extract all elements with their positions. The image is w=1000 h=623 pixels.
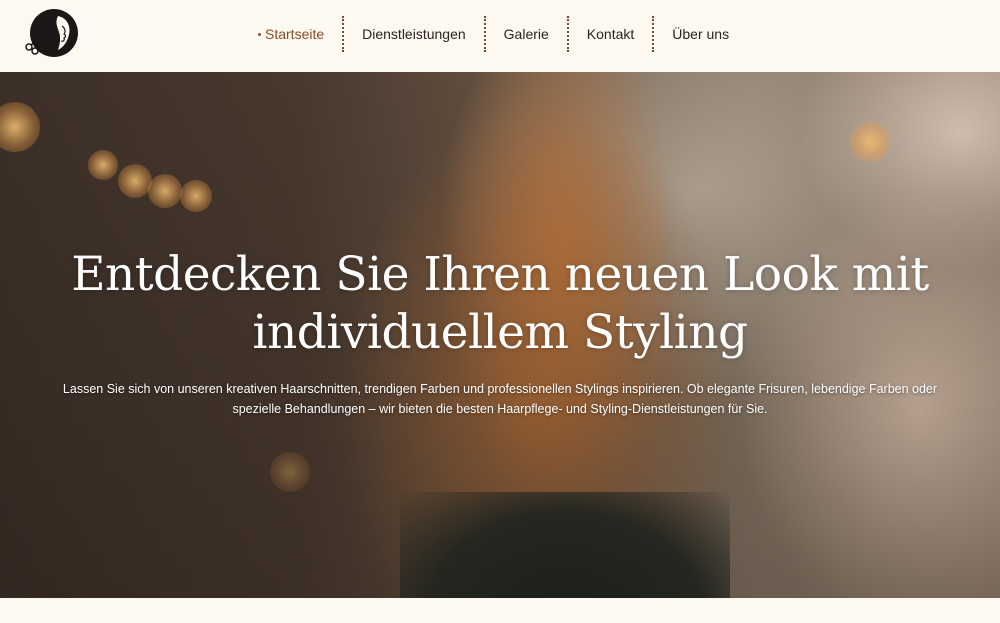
nav-item-startseite[interactable]: Startseite <box>258 16 342 52</box>
nav-item-kontakt[interactable]: Kontakt <box>569 16 652 52</box>
nav-item-dienstleistungen[interactable]: Dienstleistungen <box>344 16 484 52</box>
salon-logo-icon[interactable] <box>22 6 78 60</box>
nav-item-galerie[interactable]: Galerie <box>486 16 567 52</box>
active-bullet <box>258 32 261 36</box>
main-nav: Startseite Dienstleistungen Galerie Kont… <box>258 16 747 52</box>
nav-item-label: Startseite <box>265 26 325 42</box>
nav-item-ueber-uns[interactable]: Über uns <box>654 16 747 52</box>
next-section-strip <box>0 598 1000 623</box>
nav-item-label: Kontakt <box>586 26 635 42</box>
hero-description-line: Lassen Sie sich von unseren kreativen Ha… <box>62 382 938 396</box>
hero-title: Entdecken Sie Ihren neuen Look mit indiv… <box>60 246 940 362</box>
hero-section: Entdecken Sie Ihren neuen Look mit indiv… <box>0 72 1000 598</box>
hero-title-line: Entdecken Sie Ihren neuen Look mit <box>71 247 929 302</box>
nav-item-label: Über uns <box>672 26 730 42</box>
hero-title-line: individuellem Styling <box>252 305 748 360</box>
hero-description-line: spezielle Behandlungen – wir bieten die … <box>232 402 768 416</box>
nav-item-label: Galerie <box>503 26 549 42</box>
hero-description: Lassen Sie sich von unseren kreativen Ha… <box>50 379 950 419</box>
site-header: Startseite Dienstleistungen Galerie Kont… <box>0 0 1000 72</box>
nav-item-label: Dienstleistungen <box>362 26 466 42</box>
